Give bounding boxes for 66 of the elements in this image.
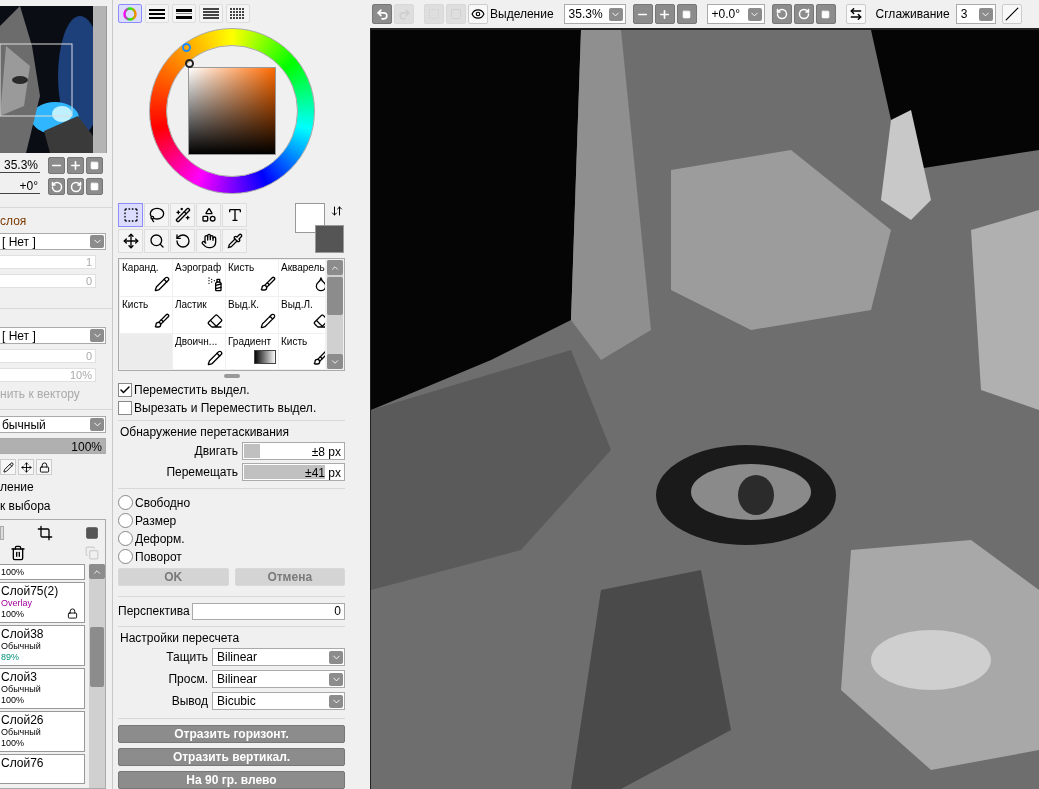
layer-name: Слой75(2) — [1, 584, 60, 598]
layer-name: Слой3 — [1, 670, 38, 684]
layer-blend-mode: Обычный — [1, 684, 42, 695]
layer-item[interactable]: Слой38 Обычный 89% — [0, 625, 86, 666]
texture-label: слоя — [0, 214, 28, 228]
field-label: Перемещать — [166, 465, 238, 479]
angle-dropdown[interactable]: +0.0° — [706, 4, 765, 24]
checkbox-label: Вырезать и Переместить выдел. — [134, 401, 317, 416]
brush-item[interactable]: Каранд. — [120, 260, 172, 296]
brush-item[interactable]: Двоичн... — [173, 334, 225, 369]
layer-name: Слой76 — [1, 756, 45, 770]
brush-item[interactable]: Кисть — [120, 297, 172, 333]
brush-item[interactable]: Выд.К. — [226, 297, 278, 333]
brush-item[interactable]: Выд.Л. — [279, 297, 326, 333]
slider-field[interactable]: ±41 px — [242, 463, 345, 481]
radio-label: Поворот — [135, 549, 182, 564]
vector-clip-label: нить к вектору — [0, 387, 81, 401]
texture-dropdown[interactable]: [ Нет ] — [0, 233, 106, 250]
layer-blend-mode: Обычный — [1, 727, 42, 738]
layer-item[interactable]: Слой76 — [0, 754, 86, 784]
layer-opacity: 89% — [1, 652, 20, 663]
layer-opacity: 100% — [1, 695, 26, 706]
smoothing-dropdown[interactable]: 3 — [955, 4, 996, 24]
option-label: ление — [0, 480, 35, 494]
brush-item[interactable]: Градиент — [226, 334, 278, 369]
smoothing-label: Сглаживание — [875, 7, 950, 21]
selection-label: Выделение — [490, 7, 554, 21]
radio-label: Деформ. — [135, 531, 185, 546]
brush-item[interactable]: Ластик — [173, 297, 225, 333]
option-label: к выбора — [0, 499, 52, 513]
layer-name: Слой26 — [1, 713, 45, 727]
layer-opacity: 100% — [1, 738, 26, 749]
slider-field[interactable]: ±8 px — [242, 442, 345, 460]
opacity-slider[interactable]: 100% — [0, 438, 106, 454]
field-label: Двигать — [194, 444, 238, 458]
layer-opacity: 100% — [1, 567, 26, 578]
section-title: Обнаружение перетаскивания — [119, 425, 291, 441]
layer-item[interactable]: Слой26 Обычный 100% — [0, 711, 86, 752]
layer-blend-mode: Overlay — [1, 598, 33, 609]
zoom-value[interactable]: 35.3% — [0, 158, 40, 173]
brush-item[interactable]: Акварель — [279, 260, 326, 296]
layer-item[interactable]: Слой75(2) Overlay 100% — [0, 582, 86, 623]
angle-value[interactable]: +0° — [0, 179, 40, 194]
layer-item[interactable]: 100% — [0, 564, 86, 580]
dropdown[interactable]: Bilinear — [212, 670, 345, 689]
brush-item[interactable]: Аэрограф — [173, 260, 225, 296]
dropdown[interactable]: Bilinear — [212, 648, 345, 667]
layer-name: Слой38 — [1, 627, 45, 641]
zoom-dropdown[interactable]: 35.3% — [563, 4, 626, 24]
layer-item[interactable]: Слой3 Обычный 100% — [0, 668, 86, 709]
perspective-field[interactable]: 0 — [191, 603, 345, 620]
field-label: Тащить — [166, 650, 208, 665]
field-label: Перспектива — [118, 604, 190, 619]
checkbox-label: Переместить выдел. — [134, 383, 250, 398]
effect-dropdown[interactable]: [ Нет ] — [0, 327, 106, 344]
radio-label: Свободно — [135, 495, 191, 510]
section-title: Настройки пересчета — [119, 631, 241, 647]
layer-opacity: 100% — [1, 609, 26, 620]
dropdown[interactable]: Bicubic — [212, 692, 345, 711]
field-label: Вывод — [171, 694, 208, 709]
brush-item[interactable]: Кисть — [279, 334, 326, 369]
brush-item[interactable]: Кисть — [226, 260, 278, 296]
radio-label: Размер — [135, 513, 177, 528]
blend-mode-dropdown[interactable]: бычный — [0, 416, 106, 433]
field-label: Просм. — [168, 672, 208, 687]
layer-blend-mode: Обычный — [1, 641, 42, 652]
